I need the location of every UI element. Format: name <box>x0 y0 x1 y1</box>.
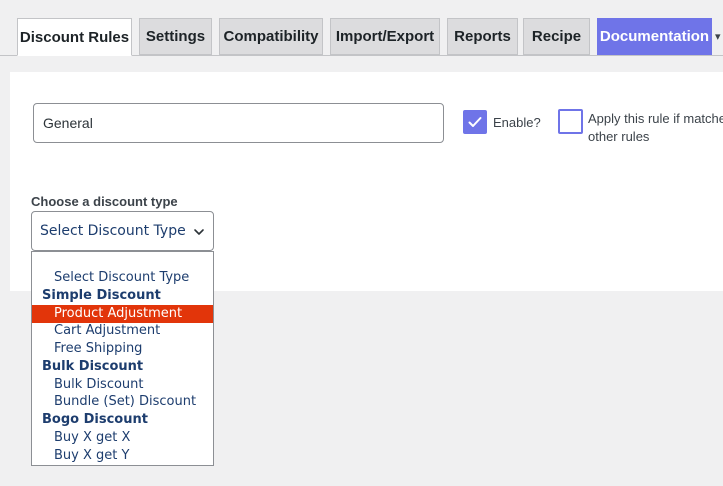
tab-recipe[interactable]: Recipe <box>523 18 590 55</box>
dropdown-option[interactable]: Bulk Discount <box>32 376 213 394</box>
checkmark-icon <box>468 117 482 127</box>
discount-type-dropdown: Select Discount Type Simple Discount Produ… <box>31 251 214 466</box>
dropdown-option[interactable]: Buy X get X <box>32 429 213 447</box>
discount-type-label: Choose a discount type <box>31 194 178 209</box>
dropdown-option[interactable]: Cart Adjustment <box>32 322 213 340</box>
caret-down-icon[interactable]: ▾ <box>715 30 723 44</box>
dropdown-option[interactable]: Bundle (Set) Discount <box>32 393 213 411</box>
dropdown-option[interactable]: Free Shipping <box>32 340 213 358</box>
dropdown-option[interactable]: Buy X get Y <box>32 447 213 465</box>
enable-label: Enable? <box>493 115 541 130</box>
dropdown-option-group: Simple Discount <box>42 288 161 303</box>
discount-type-select[interactable]: Select Discount Type <box>31 211 214 251</box>
dropdown-option-group: Bogo Discount <box>42 412 148 427</box>
tab-reports[interactable]: Reports <box>447 18 518 55</box>
tab-bar: Discount Rules Settings Compatibility Im… <box>0 0 723 56</box>
tab-import-export[interactable]: Import/Export <box>330 18 440 55</box>
discount-type-selected-value: Select Discount Type <box>40 223 186 239</box>
enable-checkbox[interactable] <box>463 110 487 134</box>
apply-if-matched-checkbox[interactable] <box>558 109 583 134</box>
chevron-down-icon <box>194 229 204 235</box>
tab-settings[interactable]: Settings <box>139 18 212 55</box>
dropdown-option[interactable]: Select Discount Type <box>32 269 213 287</box>
dropdown-option-group: Bulk Discount <box>42 359 144 374</box>
dropdown-option[interactable]: Product Adjustment <box>32 305 213 323</box>
tab-documentation[interactable]: Documentation <box>597 18 712 55</box>
tab-compatibility[interactable]: Compatibility <box>219 18 323 55</box>
apply-if-matched-label: Apply this rule if matched other rules <box>588 111 723 144</box>
tab-discount-rules[interactable]: Discount Rules <box>17 18 132 56</box>
rule-name-input[interactable] <box>33 103 444 143</box>
